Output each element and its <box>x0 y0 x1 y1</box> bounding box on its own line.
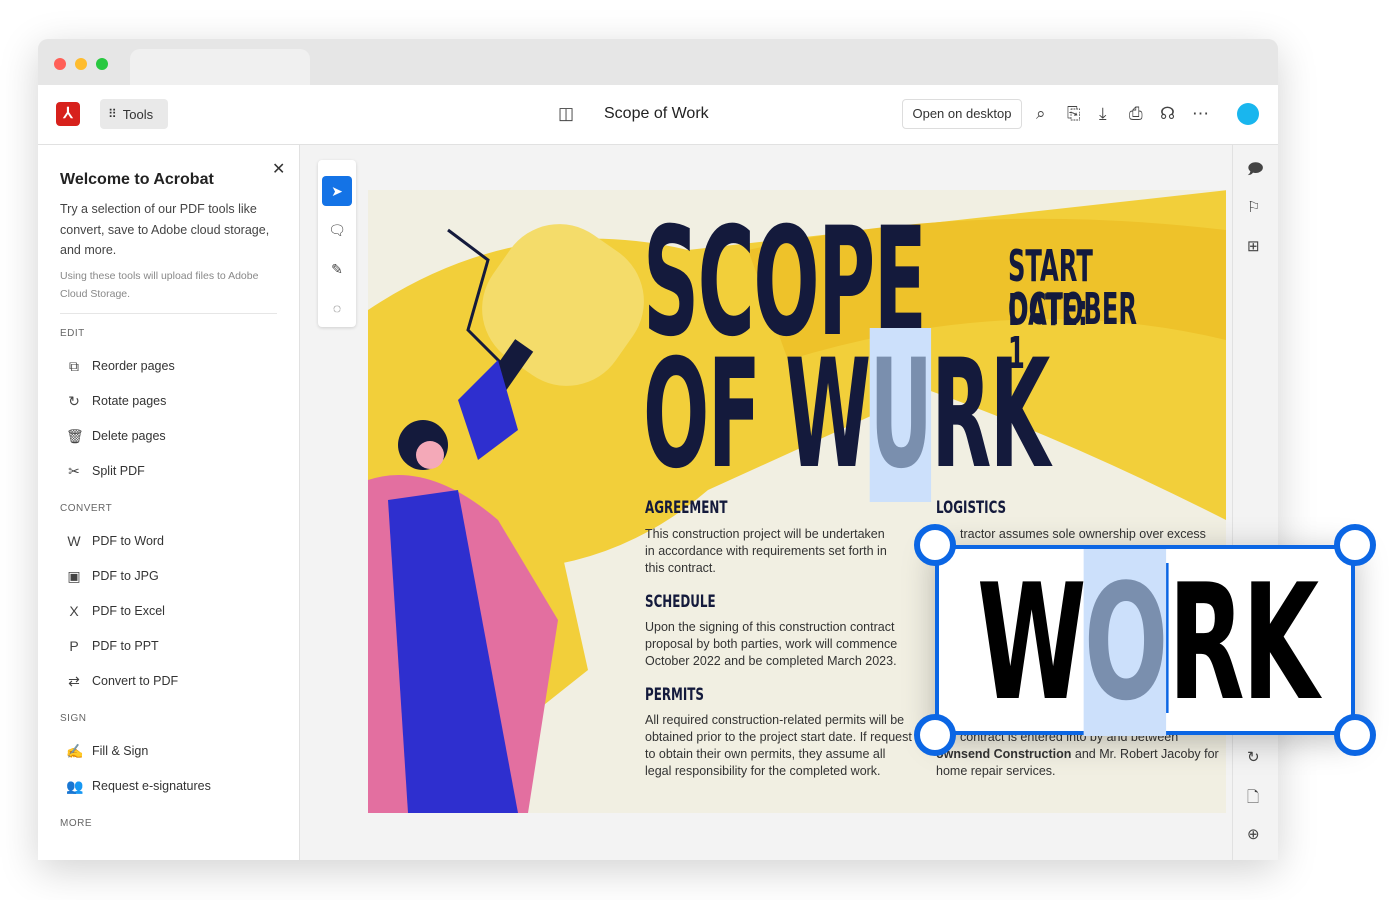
schedule-heading: SCHEDULE <box>645 592 716 612</box>
tool-item[interactable]: W PDF to Word <box>60 524 277 559</box>
tool-icon: ▣ <box>67 567 81 584</box>
section-label: CONVERT <box>60 502 113 514</box>
section-label: SIGN <box>60 712 87 724</box>
toolbar: ⅄ ⠿ Tools ◫ Scope of Work Open on desktop… <box>38 85 1278 145</box>
tool-label: Convert to PDF <box>92 674 179 688</box>
bookmark-icon[interactable]: ⚐ <box>1247 198 1260 216</box>
tool-label: Rotate pages <box>92 394 167 408</box>
draw-icon[interactable]: ✎ <box>322 254 352 284</box>
tool-icon: ✂ <box>68 462 80 479</box>
document-title: Scope of Work <box>604 105 709 122</box>
logistics-heading: LOGISTICS <box>936 498 1007 518</box>
selected-text[interactable]: U <box>869 328 933 502</box>
edit-box-text[interactable]: WORK <box>977 549 1319 736</box>
selected-letter: O <box>1083 549 1168 736</box>
close-icon[interactable]: ✕ <box>272 159 285 179</box>
acrobat-logo-icon: ⅄ <box>56 102 80 126</box>
share-link-icon[interactable]: ⎘ <box>1067 104 1081 124</box>
welcome-panel: ✕ Welcome to Acrobat Try a selection of … <box>38 145 300 860</box>
tool-item[interactable]: X PDF to Excel <box>60 594 277 629</box>
title-of-work: OF WURK <box>643 328 1050 502</box>
tool-item[interactable]: ▣ PDF to JPG <box>60 559 277 594</box>
schedule-text: Upon the signing of this construction co… <box>645 620 898 668</box>
tool-item[interactable]: ⇄ Convert to PDF <box>60 664 277 699</box>
comment-icon[interactable]: 🗩 <box>1247 159 1264 184</box>
print-icon[interactable]: ⎙ <box>1129 104 1143 124</box>
app-window: ⅄ ⠿ Tools ◫ Scope of Work Open on desktop… <box>38 39 1278 860</box>
tool-label: Delete pages <box>92 429 166 443</box>
tool-icon: ✍ <box>66 742 84 759</box>
tool-icon: P <box>69 638 79 654</box>
tool-label: Reorder pages <box>92 359 175 373</box>
thumbnails-grid-icon[interactable]: ⊞ <box>1247 237 1260 255</box>
tools-button[interactable]: ⠿ Tools <box>100 99 168 129</box>
avatar[interactable] <box>1237 103 1259 125</box>
tool-item[interactable]: 🗑 Delete pages <box>60 419 277 454</box>
minimize-window-button[interactable] <box>75 58 87 70</box>
agreement-heading: AGREEMENT <box>645 498 728 518</box>
maximize-window-button[interactable] <box>96 58 108 70</box>
browser-tab[interactable] <box>130 49 310 85</box>
text-edit-box[interactable]: WORK <box>914 524 1376 756</box>
tool-label: Fill & Sign <box>92 744 149 758</box>
select-tool-icon[interactable]: ➤ <box>322 176 352 206</box>
quick-tools-strip: ➤ 🗨 ✎ ◌ <box>318 160 356 327</box>
rotate-icon[interactable]: ↻ <box>1247 748 1260 766</box>
read-aloud-icon[interactable]: ☊ <box>1160 104 1175 124</box>
tool-label: Request e-signatures <box>92 779 211 793</box>
panel-note: Using these tools will upload files to A… <box>60 267 277 314</box>
tool-label: PDF to PPT <box>92 639 159 653</box>
tool-icon: 🗑 <box>66 427 84 444</box>
open-on-desktop-button[interactable]: Open on desktop <box>902 99 1022 129</box>
lasso-icon[interactable]: ◌ <box>322 293 352 323</box>
tool-label: PDF to JPG <box>92 569 159 583</box>
page-thumbnails-icon[interactable]: ◫ <box>558 104 574 124</box>
section-label: MORE <box>60 817 92 829</box>
tool-label: Split PDF <box>92 464 145 478</box>
resize-handle-top-right[interactable] <box>1334 524 1376 566</box>
add-comment-icon[interactable]: 🗨 <box>322 215 352 245</box>
tool-item[interactable]: P PDF to PPT <box>60 629 277 664</box>
tool-icon: ⧉ <box>69 357 79 374</box>
resize-handle-top-left[interactable] <box>914 524 956 566</box>
right-rail: 🗩 ⚐ ⊞ ↻ 🗋 ⊕ <box>1232 145 1278 860</box>
contract-text-2: ownsend Construction and Mr. Robert Jaco… <box>936 747 1219 778</box>
tool-icon: 👥 <box>66 777 84 794</box>
page-icon[interactable]: 🗋 <box>1247 787 1259 812</box>
tool-label: PDF to Word <box>92 534 165 548</box>
agreement-text: This construction project will be undert… <box>645 527 887 575</box>
start-date-value: OCTOBER 1 <box>1008 284 1138 379</box>
section-label: EDIT <box>60 327 85 339</box>
tool-icon: X <box>69 603 79 619</box>
close-window-button[interactable] <box>54 58 66 70</box>
panel-description: Try a selection of our PDF tools like co… <box>60 202 270 257</box>
tool-icon: W <box>67 533 81 549</box>
tool-item[interactable]: ✂ Split PDF <box>60 454 277 489</box>
tool-icon: ⇄ <box>68 672 80 689</box>
tool-icon: ↻ <box>68 392 80 409</box>
download-icon[interactable]: ⤓ <box>1099 104 1107 124</box>
search-icon[interactable]: ⌕ <box>1036 104 1046 124</box>
grid-icon: ⠿ <box>108 107 117 121</box>
tool-item[interactable]: 👥 Request e-signatures <box>60 769 277 804</box>
logistics-text: tractor assumes sole ownership over exce… <box>960 527 1206 541</box>
panel-title: Welcome to Acrobat <box>60 171 214 188</box>
resize-handle-bottom-right[interactable] <box>1334 714 1376 756</box>
zoom-icon[interactable]: ⊕ <box>1247 825 1260 843</box>
title-bar <box>38 39 1278 85</box>
permits-heading: PERMITS <box>645 685 704 705</box>
tool-item[interactable]: ⧉ Reorder pages <box>60 349 277 384</box>
permits-text: All required construction-related permit… <box>645 713 912 778</box>
tool-item[interactable]: ✍ Fill & Sign <box>60 734 277 769</box>
tool-label: PDF to Excel <box>92 604 165 618</box>
more-icon[interactable]: ⋯ <box>1192 104 1209 124</box>
resize-handle-bottom-left[interactable] <box>914 714 956 756</box>
tool-item[interactable]: ↻ Rotate pages <box>60 384 277 419</box>
